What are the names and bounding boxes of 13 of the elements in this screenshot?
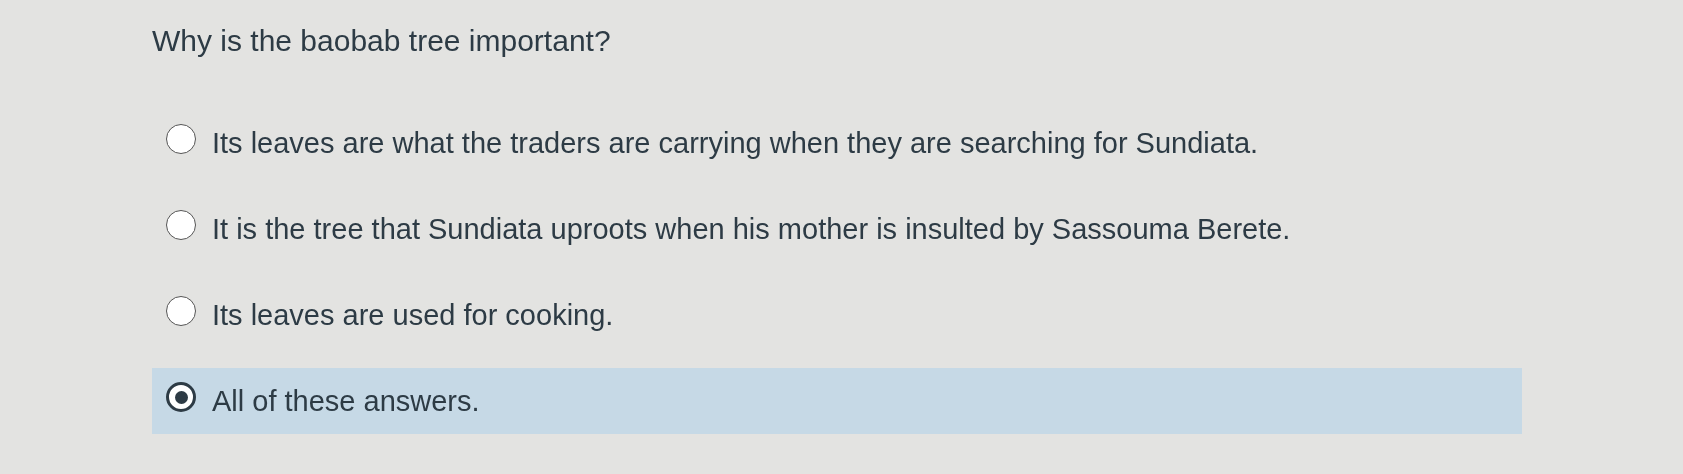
answer-text: Its leaves are used for cooking. bbox=[212, 298, 614, 333]
answer-text: It is the tree that Sundiata uproots when his mother is insulted by Sassouma Berete. bbox=[212, 212, 1291, 247]
radio-button[interactable] bbox=[166, 210, 196, 240]
answer-row[interactable]: Its leaves are what the traders are carrying when they are searching for Sundiata. bbox=[152, 110, 1522, 176]
radio-button[interactable] bbox=[166, 382, 196, 412]
answer-row[interactable]: It is the tree that Sundiata uproots when his mother is insulted by Sassouma Berete. bbox=[152, 196, 1522, 262]
answer-row[interactable]: Its leaves are used for cooking. bbox=[152, 282, 1522, 348]
selected-answer-row[interactable]: All of these answers. bbox=[152, 368, 1522, 434]
radio-button[interactable] bbox=[166, 296, 196, 326]
answer-text: All of these answers. bbox=[212, 384, 480, 419]
answer-text: Its leaves are what the traders are carrying when they are searching for Sundiata. bbox=[212, 126, 1259, 161]
radio-button[interactable] bbox=[166, 124, 196, 154]
question-text: Why is the baobab tree important? bbox=[152, 24, 612, 58]
